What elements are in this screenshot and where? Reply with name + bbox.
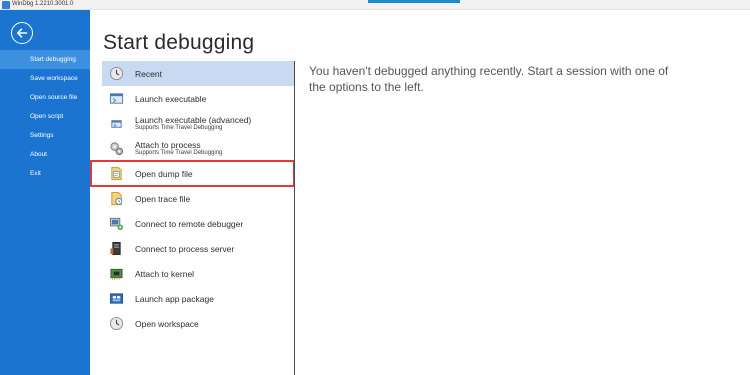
sidebar-item-start-debugging[interactable]: Start debugging [0, 50, 90, 69]
option-label: Recent [135, 68, 162, 79]
sidebar-nav: Start debugging Save workspace Open sour… [0, 50, 90, 183]
option-label: Launch executable [135, 93, 207, 104]
start-options-list: Recent Launch executable Launch executab… [90, 61, 295, 336]
executable-advanced-icon [111, 120, 122, 128]
option-attach-to-kernel[interactable]: Attach to kernel [102, 261, 294, 286]
panel-divider [294, 61, 295, 375]
recent-sessions-message: You haven't debugged anything recently. … [309, 64, 669, 94]
option-label: Attach to process [135, 140, 201, 150]
option-label: Open dump file [135, 168, 193, 179]
process-server-icon [110, 242, 121, 255]
sidebar-item-settings[interactable]: Settings [0, 126, 90, 145]
sidebar-item-about[interactable]: About [0, 145, 90, 164]
option-launch-executable[interactable]: Launch executable [102, 86, 294, 111]
sidebar-item-exit[interactable]: Exit [0, 164, 90, 183]
option-recent[interactable]: Recent [102, 61, 294, 86]
option-sublabel: Supports Time Travel Debugging [135, 125, 223, 131]
option-connect-process-server[interactable]: Connect to process server [102, 236, 294, 261]
chip-icon [110, 268, 123, 280]
sidebar: Start debugging Save workspace Open sour… [0, 10, 90, 375]
option-label: Connect to remote debugger [135, 218, 244, 229]
back-arrow-icon [17, 28, 28, 38]
back-button[interactable] [11, 22, 33, 44]
option-connect-remote-debugger[interactable]: Connect to remote debugger [102, 211, 294, 236]
sidebar-item-open-script[interactable]: Open script [0, 107, 90, 126]
remote-debugger-icon [109, 217, 124, 231]
option-launch-app-package[interactable]: Launch app package [102, 286, 294, 311]
option-label: Launch app package [135, 293, 214, 304]
executable-icon [109, 93, 124, 104]
option-label: Launch executable (advanced) [135, 115, 252, 125]
clock-icon [109, 66, 124, 81]
option-label: Attach to kernel [135, 268, 195, 279]
option-label: Connect to process server [135, 243, 235, 254]
windbg-app-icon [2, 1, 10, 9]
app-package-icon [109, 293, 124, 304]
option-label: Open trace file [135, 193, 191, 204]
sidebar-item-open-source-file[interactable]: Open source file [0, 88, 90, 107]
sidebar-item-save-workspace[interactable]: Save workspace [0, 69, 90, 88]
option-open-dump-file[interactable]: Open dump file [90, 160, 295, 187]
option-label: Open workspace [135, 318, 199, 329]
page-title: Start debugging [103, 31, 255, 54]
option-launch-executable-advanced[interactable]: Launch executable (advanced) Supports Ti… [102, 111, 294, 136]
dump-file-icon [111, 166, 122, 181]
option-open-trace-file[interactable]: Open trace file [102, 186, 294, 211]
option-sublabel: Supports Time Travel Debugging [135, 150, 223, 156]
title-accent-strip [368, 0, 460, 3]
option-attach-to-process[interactable]: Attach to process Supports Time Travel D… [102, 136, 294, 161]
gears-icon [110, 142, 124, 156]
window-title: WinDbg 1.2210.3001.0 [12, 1, 74, 7]
title-bar: WinDbg 1.2210.3001.0 [0, 0, 750, 10]
option-open-workspace[interactable]: Open workspace [102, 311, 294, 336]
trace-file-icon [111, 191, 123, 206]
workspace-clock-icon [109, 316, 124, 331]
